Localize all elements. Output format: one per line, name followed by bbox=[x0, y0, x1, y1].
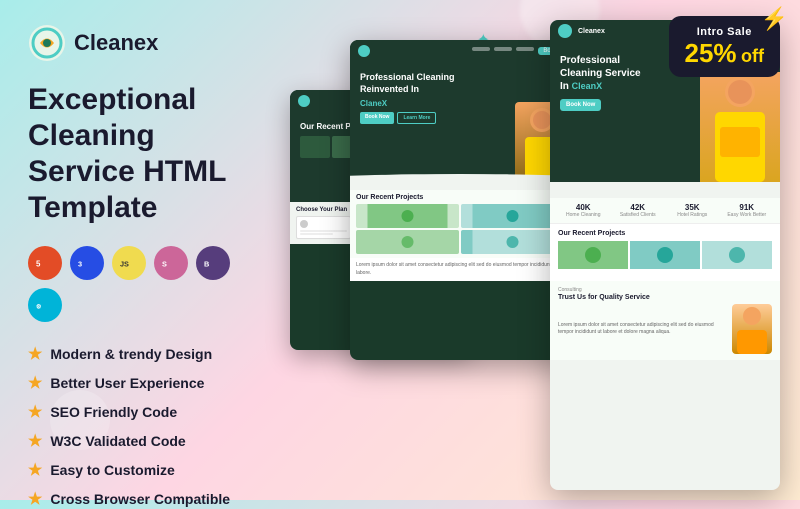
sc-front-hero-highlight: CleanX bbox=[572, 81, 603, 91]
svg-text:JS: JS bbox=[120, 259, 129, 268]
star-icon-4: ★ bbox=[28, 431, 42, 451]
sc-front-brand: Cleanex bbox=[578, 28, 605, 35]
lightning-icon: ⚡ bbox=[761, 6, 788, 32]
sc-mid-project-1 bbox=[356, 204, 459, 228]
star-icon-1: ★ bbox=[28, 344, 42, 364]
sc-front-stat-num-3: 35K bbox=[667, 203, 718, 212]
sc-front-stat-num-4: 91K bbox=[722, 203, 773, 212]
feature-label-1: Modern & trendy Design bbox=[50, 346, 212, 362]
sc-mid-hero-title: Professional CleaningReinvented In bbox=[360, 72, 560, 95]
sale-percent: 25% off bbox=[685, 40, 764, 67]
app-name: Cleanex bbox=[74, 30, 158, 56]
sc-front-stat-2: 42K Satisfied Clients bbox=[613, 203, 664, 218]
sc-consulting: Consulting Trust Us for Quality Service … bbox=[550, 281, 780, 360]
sc-front-stat-label-4: Easy Work Better bbox=[722, 212, 773, 218]
screenshot-front: Cleanex Book ProfessionalCleaning Servic… bbox=[550, 20, 780, 490]
screenshot-container: Book Our Recent Projects Choose Your Pla… bbox=[280, 10, 790, 490]
sc-front-stat-label-2: Satisfied Clients bbox=[613, 212, 664, 218]
feature-item-6: ★ Cross Browser Compatible bbox=[28, 489, 252, 509]
feature-label-3: SEO Friendly Code bbox=[50, 404, 177, 420]
svg-text:⚙: ⚙ bbox=[36, 303, 42, 310]
sc-front-stat-3: 35K Hotel Ratings bbox=[667, 203, 718, 218]
sc-mid-projects-title: Our Recent Projects bbox=[356, 194, 564, 201]
star-icon-3: ★ bbox=[28, 402, 42, 422]
feature-item-4: ★ W3C Validated Code bbox=[28, 431, 252, 451]
feature-item-1: ★ Modern & trendy Design bbox=[28, 344, 252, 364]
feature-item-3: ★ SEO Friendly Code bbox=[28, 402, 252, 422]
main-heading: Exceptional Cleaning Service HTML Templa… bbox=[28, 82, 252, 226]
sc-front-stat-4: 91K Easy Work Better bbox=[722, 203, 773, 218]
sc-consulting-person bbox=[732, 304, 772, 354]
sc-front-projects-section: Our Recent Projects bbox=[550, 224, 780, 281]
feature-label-4: W3C Validated Code bbox=[50, 433, 185, 449]
sc-front-projects-grid bbox=[558, 241, 772, 269]
intro-sale-label: Intro Sale bbox=[685, 26, 764, 38]
badge-javascript: JS bbox=[112, 246, 146, 280]
badge-extra: ⚙ bbox=[28, 288, 62, 322]
sc-front-hero-title: ProfessionalCleaning ServiceIn CleanX bbox=[560, 54, 680, 93]
feature-list: ★ Modern & trendy Design ★ Better User E… bbox=[28, 344, 252, 509]
sc-mid-project-3 bbox=[356, 230, 459, 254]
svg-text:5: 5 bbox=[36, 259, 41, 268]
tech-badges: 5 3 JS S B ⚙ bbox=[28, 246, 252, 322]
sc-front-stats: 40K Home Cleaning 42K Satisfied Clients … bbox=[550, 198, 780, 224]
logo-icon bbox=[28, 24, 66, 62]
sc-front-project-3 bbox=[702, 241, 772, 269]
sc-consulting-label: Consulting bbox=[558, 287, 772, 293]
screenshot-mid: Book Professional CleaningReinvented In … bbox=[350, 40, 570, 360]
star-icon-6: ★ bbox=[28, 489, 42, 509]
sc-mid-logo bbox=[358, 45, 370, 57]
star-icon-2: ★ bbox=[28, 373, 42, 393]
sc-mid-project-4 bbox=[461, 230, 564, 254]
sc-consulting-text: Lorem ipsum dolor sit amet consectetur a… bbox=[558, 322, 727, 336]
sc-front-stat-1: 40K Home Cleaning bbox=[558, 203, 609, 218]
badge-html5: 5 bbox=[28, 246, 62, 280]
badge-sass: S bbox=[154, 246, 188, 280]
badge-css3: 3 bbox=[70, 246, 104, 280]
feature-label-2: Better User Experience bbox=[50, 375, 204, 391]
sc-back-logo bbox=[298, 95, 310, 107]
sc-mid-links: Book bbox=[472, 47, 562, 55]
logo-row: Cleanex bbox=[28, 24, 252, 62]
badge-bootstrap: B bbox=[196, 246, 230, 280]
sc-consulting-content: Lorem ipsum dolor sit amet consectetur a… bbox=[558, 304, 772, 354]
feature-label-6: Cross Browser Compatible bbox=[50, 491, 230, 507]
sc-front-project-1 bbox=[558, 241, 628, 269]
star-icon-5: ★ bbox=[28, 460, 42, 480]
sc-front-logo bbox=[558, 24, 572, 38]
sc-front-stat-label-3: Hotel Ratings bbox=[667, 212, 718, 218]
sc-front-book-btn[interactable]: Book Now bbox=[560, 99, 601, 111]
sc-mid-navbar: Book bbox=[350, 40, 570, 62]
sc-front-stat-num-1: 40K bbox=[558, 203, 609, 212]
left-panel: Cleanex Exceptional Cleaning Service HTM… bbox=[0, 0, 280, 500]
feature-item-2: ★ Better User Experience bbox=[28, 373, 252, 393]
svg-text:3: 3 bbox=[78, 259, 82, 268]
sc-mid-project-2 bbox=[461, 204, 564, 228]
svg-text:S: S bbox=[162, 259, 167, 268]
sc-consulting-title: Trust Us for Quality Service bbox=[558, 294, 772, 301]
sc-front-stat-label-1: Home Cleaning bbox=[558, 212, 609, 218]
sc-mid-hero: Professional CleaningReinvented In Clane… bbox=[350, 62, 570, 182]
sc-front-projects-title: Our Recent Projects bbox=[558, 230, 772, 237]
feature-label-5: Easy to Customize bbox=[50, 462, 174, 478]
sc-front-stat-num-2: 42K bbox=[613, 203, 664, 212]
sc-front-person bbox=[700, 72, 780, 182]
sc-front-project-2 bbox=[630, 241, 700, 269]
sale-badge: ⚡ Intro Sale 25% off bbox=[669, 16, 780, 77]
svg-text:B: B bbox=[204, 259, 209, 268]
sc-mid-projects-grid bbox=[356, 204, 564, 254]
feature-item-5: ★ Easy to Customize bbox=[28, 460, 252, 480]
